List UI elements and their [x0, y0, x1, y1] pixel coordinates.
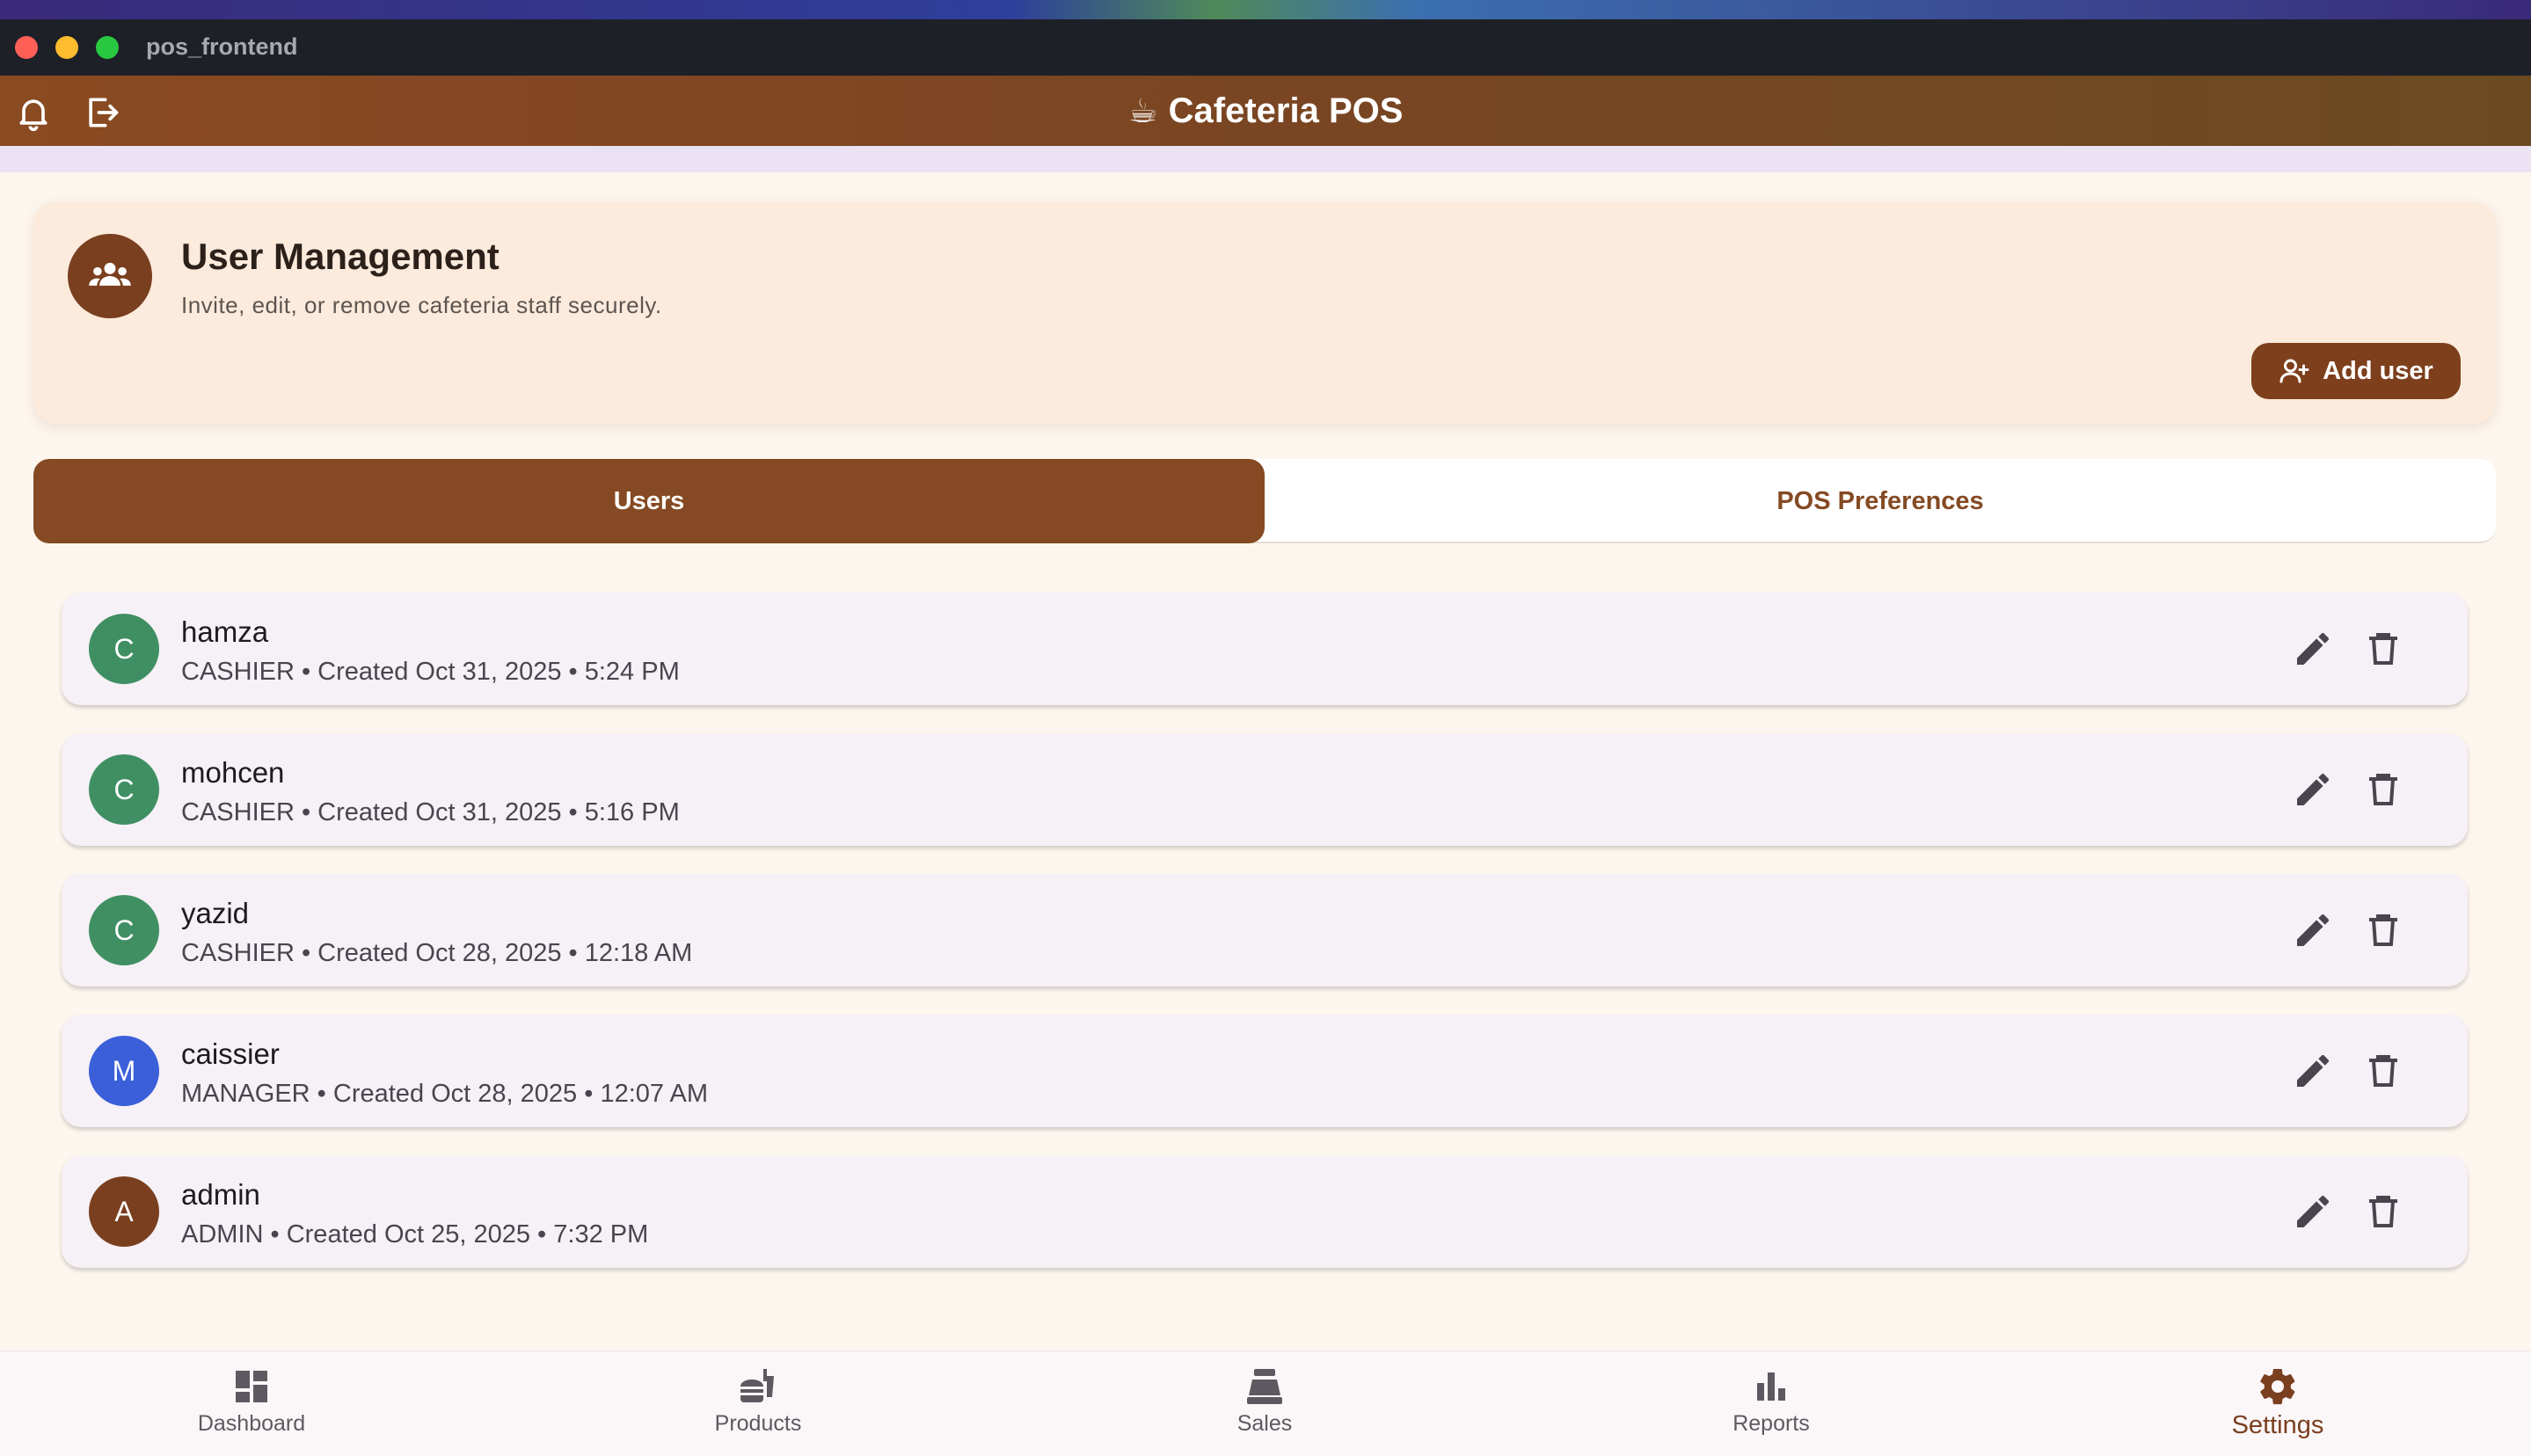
- edit-icon[interactable]: [2292, 1050, 2334, 1092]
- window-titlebar: pos_frontend: [0, 19, 2531, 76]
- user-meta: CASHIER • Created Oct 31, 2025 • 5:16 PM: [181, 798, 680, 826]
- edit-icon[interactable]: [2292, 768, 2334, 811]
- tab-bar: Users POS Preferences: [33, 459, 2496, 543]
- user-management-card: User Management Invite, edit, or remove …: [33, 202, 2496, 424]
- user-row[interactable]: C mohcen CASHIER • Created Oct 31, 2025 …: [62, 733, 2468, 846]
- nav-label: Settings: [2231, 1411, 2324, 1439]
- desktop-menubar-strip: [0, 0, 2531, 19]
- gear-icon: [2260, 1368, 2295, 1405]
- appbar-divider: [0, 146, 2531, 172]
- app-title-text: Cafeteria POS: [1168, 91, 1404, 130]
- add-user-button[interactable]: Add user: [2251, 343, 2461, 399]
- user-name: mohcen: [181, 756, 285, 789]
- close-window-button[interactable]: [15, 36, 38, 59]
- logout-icon[interactable]: [83, 93, 121, 132]
- user-meta: CASHIER • Created Oct 28, 2025 • 12:18 A…: [181, 939, 693, 967]
- page-title: User Management: [181, 236, 500, 277]
- coffee-icon: ☕: [1127, 92, 1158, 130]
- user-row[interactable]: A admin ADMIN • Created Oct 25, 2025 • 7…: [62, 1155, 2468, 1268]
- nav-reports[interactable]: Reports: [1639, 1351, 1903, 1456]
- delete-icon[interactable]: [2362, 909, 2404, 951]
- user-meta: MANAGER • Created Oct 28, 2025 • 12:07 A…: [181, 1080, 708, 1108]
- edit-icon[interactable]: [2292, 628, 2334, 670]
- nav-dashboard[interactable]: Dashboard: [120, 1351, 383, 1456]
- cash-register-icon: [1247, 1369, 1282, 1404]
- fastfood-icon: [740, 1369, 774, 1402]
- delete-icon[interactable]: [2362, 768, 2404, 811]
- avatar: C: [89, 754, 159, 825]
- nav-label: Dashboard: [197, 1411, 306, 1436]
- user-name: hamza: [181, 615, 269, 648]
- edit-icon[interactable]: [2292, 909, 2334, 951]
- bottom-navigation: Dashboard Products Sales Reports Setting…: [0, 1350, 2531, 1456]
- window-title: pos_frontend: [146, 33, 298, 60]
- app-bar: ☕ Cafeteria POS: [0, 76, 2531, 146]
- minimize-window-button[interactable]: [55, 36, 78, 59]
- maximize-window-button[interactable]: [96, 36, 119, 59]
- tab-pos-preferences[interactable]: POS Preferences: [1265, 459, 2496, 543]
- delete-icon[interactable]: [2362, 1050, 2404, 1092]
- avatar: A: [89, 1176, 159, 1247]
- avatar: C: [89, 614, 159, 684]
- app-title: ☕ Cafeteria POS: [1128, 91, 1404, 131]
- tab-users[interactable]: Users: [33, 459, 1265, 543]
- user-name: yazid: [181, 897, 250, 929]
- delete-icon[interactable]: [2362, 628, 2404, 670]
- user-row[interactable]: C hamza CASHIER • Created Oct 31, 2025 •…: [62, 593, 2468, 705]
- bell-icon[interactable]: [14, 93, 53, 132]
- group-icon: [68, 234, 152, 318]
- edit-icon[interactable]: [2292, 1190, 2334, 1233]
- user-row[interactable]: C yazid CASHIER • Created Oct 28, 2025 •…: [62, 874, 2468, 986]
- nav-label: Reports: [1732, 1411, 1810, 1436]
- bar-chart-icon: [1757, 1372, 1785, 1401]
- user-name: admin: [181, 1178, 260, 1211]
- nav-label: Sales: [1236, 1411, 1293, 1436]
- add-user-label: Add user: [2323, 356, 2433, 385]
- delete-icon[interactable]: [2362, 1190, 2404, 1233]
- avatar: C: [89, 895, 159, 965]
- user-row[interactable]: M caissier MANAGER • Created Oct 28, 202…: [62, 1015, 2468, 1127]
- dashboard-icon: [236, 1371, 267, 1402]
- user-name: caissier: [181, 1037, 280, 1070]
- person-add-icon: [2279, 359, 2309, 383]
- user-meta: CASHIER • Created Oct 31, 2025 • 5:24 PM: [181, 658, 680, 686]
- nav-settings[interactable]: Settings: [2146, 1351, 2410, 1456]
- avatar: M: [89, 1036, 159, 1106]
- user-list: C hamza CASHIER • Created Oct 31, 2025 •…: [62, 593, 2468, 1296]
- page-subtitle: Invite, edit, or remove cafeteria staff …: [181, 292, 662, 318]
- nav-products[interactable]: Products: [626, 1351, 890, 1456]
- user-meta: ADMIN • Created Oct 25, 2025 • 7:32 PM: [181, 1220, 649, 1249]
- nav-label: Products: [714, 1411, 802, 1436]
- nav-sales[interactable]: Sales: [1133, 1351, 1397, 1456]
